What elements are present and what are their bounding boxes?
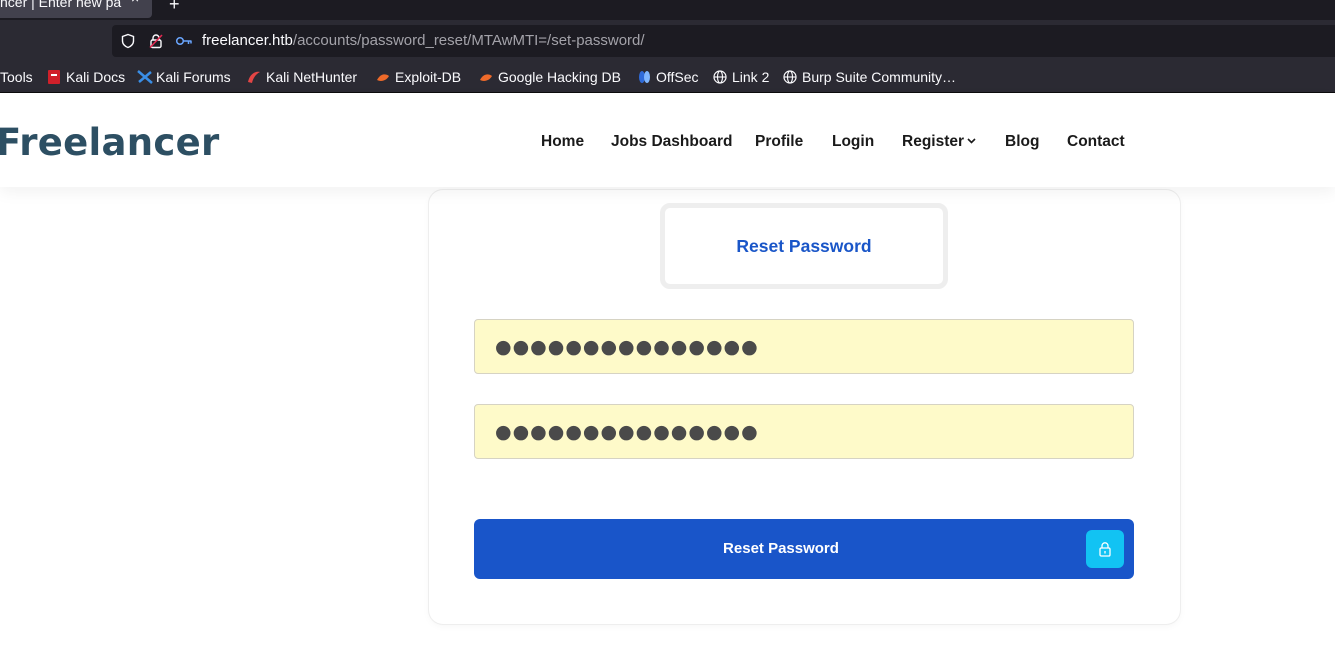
exploit-db-icon [376,70,390,84]
nav-login[interactable]: Login [832,133,874,151]
nav-register-label: Register [902,133,965,150]
new-password-input[interactable]: ●●●●●●●●●●●●●●● [474,319,1134,374]
bookmark-label: Exploit-DB [395,69,462,85]
url-bar[interactable]: freelancer.htb/accounts/password_reset/M… [112,25,1335,57]
kali-docs-icon [47,70,61,84]
bookmark-burp-suite[interactable]: Burp Suite Community… [783,68,956,86]
site-logo[interactable]: Freelancer [0,121,220,164]
kali-nethunter-icon [247,70,261,84]
new-password-value: ●●●●●●●●●●●●●●● [495,335,759,358]
ghdb-icon [479,70,493,84]
bookmark-google-hacking-db[interactable]: Google Hacking DB [479,68,621,86]
confirm-password-input[interactable]: ●●●●●●●●●●●●●●● [474,404,1134,459]
nav-profile[interactable]: Profile [755,133,803,151]
bookmark-label: Kali NetHunter [266,69,358,85]
site-header: Freelancer Home Jobs Dashboard Profile L… [0,93,1335,187]
nav-jobs-dashboard[interactable]: Jobs Dashboard [611,133,732,151]
tab-title: ncer | Enter new pa [0,0,122,10]
lock-icon[interactable] [148,33,164,49]
globe-icon [713,70,727,84]
bookmark-kali-docs[interactable]: Kali Docs [47,68,125,86]
confirm-password-value: ●●●●●●●●●●●●●●● [495,420,759,443]
reset-password-card: Reset Password ●●●●●●●●●●●●●●● ●●●●●●●●●… [429,190,1180,624]
bookmark-link-2[interactable]: Link 2 [713,68,769,86]
globe-icon [783,70,797,84]
tab-strip: ncer | Enter new pa × + [0,0,1335,20]
reset-password-button[interactable]: Reset Password [474,519,1134,579]
chevron-down-icon [967,136,976,146]
bookmark-kali-forums[interactable]: Kali Forums [137,68,231,86]
bookmark-label: Tools [0,69,33,85]
bookmark-label: Kali Forums [156,69,231,85]
bookmark-label: Google Hacking DB [498,69,621,85]
bookmark-label: OffSec [656,69,699,85]
form-title-box: Reset Password [660,203,948,289]
bookmark-kali-nethunter[interactable]: Kali NetHunter [247,68,357,86]
url-host: freelancer.htb [202,32,293,49]
nav-home[interactable]: Home [541,133,584,151]
lock-icon [1086,530,1124,568]
reset-password-button-label: Reset Password [723,540,839,557]
bookmark-label: Burp Suite Community… [802,69,957,85]
browser-tab[interactable]: ncer | Enter new pa × [0,0,152,18]
nav-contact[interactable]: Contact [1067,133,1125,151]
bookmark-offsec[interactable]: OffSec [637,68,699,86]
browser-toolbar: freelancer.htb/accounts/password_reset/M… [0,20,1335,62]
nav-blog[interactable]: Blog [1005,133,1039,151]
bookmark-label: Link 2 [732,69,770,85]
form-title: Reset Password [736,235,872,256]
new-tab-button[interactable]: + [169,0,180,15]
bookmark-exploit-db[interactable]: Exploit-DB [376,68,461,86]
bookmark-tools[interactable]: Tools [0,68,33,86]
nav-register[interactable]: Register [902,133,976,151]
bookmark-label: Kali Docs [66,69,126,85]
key-icon[interactable] [175,33,192,49]
url-text[interactable]: freelancer.htb/accounts/password_reset/M… [202,32,645,49]
bookmarks-toolbar: Tools Kali Docs Kali Forums Kali NetHunt… [0,62,1335,93]
offsec-icon [637,70,651,84]
url-path: /accounts/password_reset/MTAwMTI=/set-pa… [292,32,645,49]
shield-icon[interactable] [120,33,136,49]
kali-forums-icon [137,70,153,84]
